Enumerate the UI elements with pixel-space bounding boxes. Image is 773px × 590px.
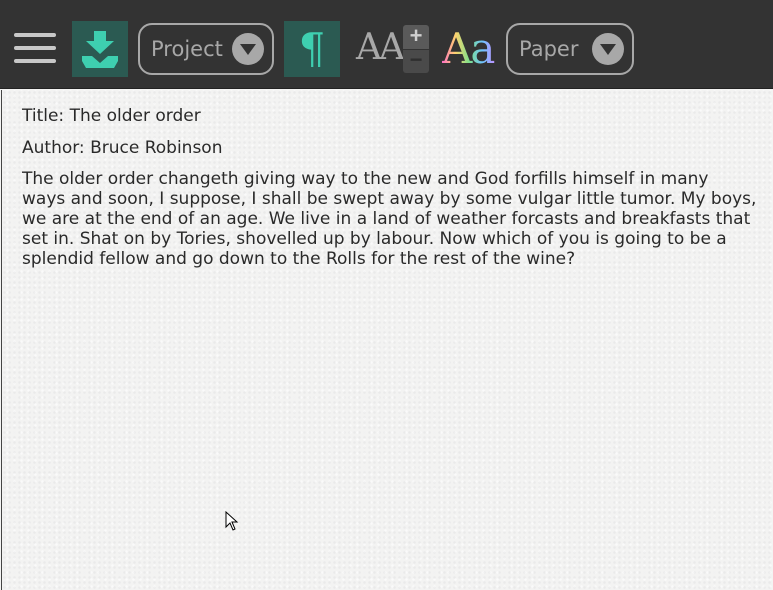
chevron-down-icon bbox=[592, 33, 624, 65]
project-dropdown[interactable]: Project bbox=[138, 23, 274, 75]
save-button[interactable] bbox=[72, 21, 128, 77]
paper-dropdown-label: Paper bbox=[519, 37, 579, 61]
increase-font-button[interactable]: + bbox=[403, 25, 429, 49]
project-dropdown-label: Project bbox=[151, 37, 223, 61]
hamburger-menu-icon[interactable] bbox=[14, 33, 58, 65]
menu-bar bbox=[14, 33, 56, 37]
document-text[interactable]: Title: The older order Author: Bruce Rob… bbox=[22, 105, 757, 269]
toolbar: Project ¶ AA + − Aa Paper bbox=[0, 0, 773, 89]
document-body[interactable]: The older order changeth giving way to t… bbox=[22, 169, 757, 269]
font-size-icon: AA bbox=[356, 27, 405, 68]
font-color-icon[interactable]: Aa bbox=[442, 24, 496, 74]
decrease-font-button[interactable]: − bbox=[403, 49, 429, 73]
paper-dropdown[interactable]: Paper bbox=[506, 23, 634, 75]
menu-bar bbox=[14, 46, 56, 50]
document-title: Title: The older order bbox=[22, 106, 201, 126]
mouse-pointer-icon bbox=[225, 511, 239, 531]
download-save-icon bbox=[82, 31, 118, 68]
paragraph-button[interactable]: ¶ bbox=[284, 21, 340, 77]
pilcrow-icon: ¶ bbox=[298, 24, 326, 73]
document-paper[interactable]: Title: The older order Author: Bruce Rob… bbox=[1, 90, 772, 590]
chevron-down-icon bbox=[232, 33, 264, 65]
menu-bar bbox=[14, 59, 56, 63]
document-author: Author: Bruce Robinson bbox=[22, 138, 223, 158]
